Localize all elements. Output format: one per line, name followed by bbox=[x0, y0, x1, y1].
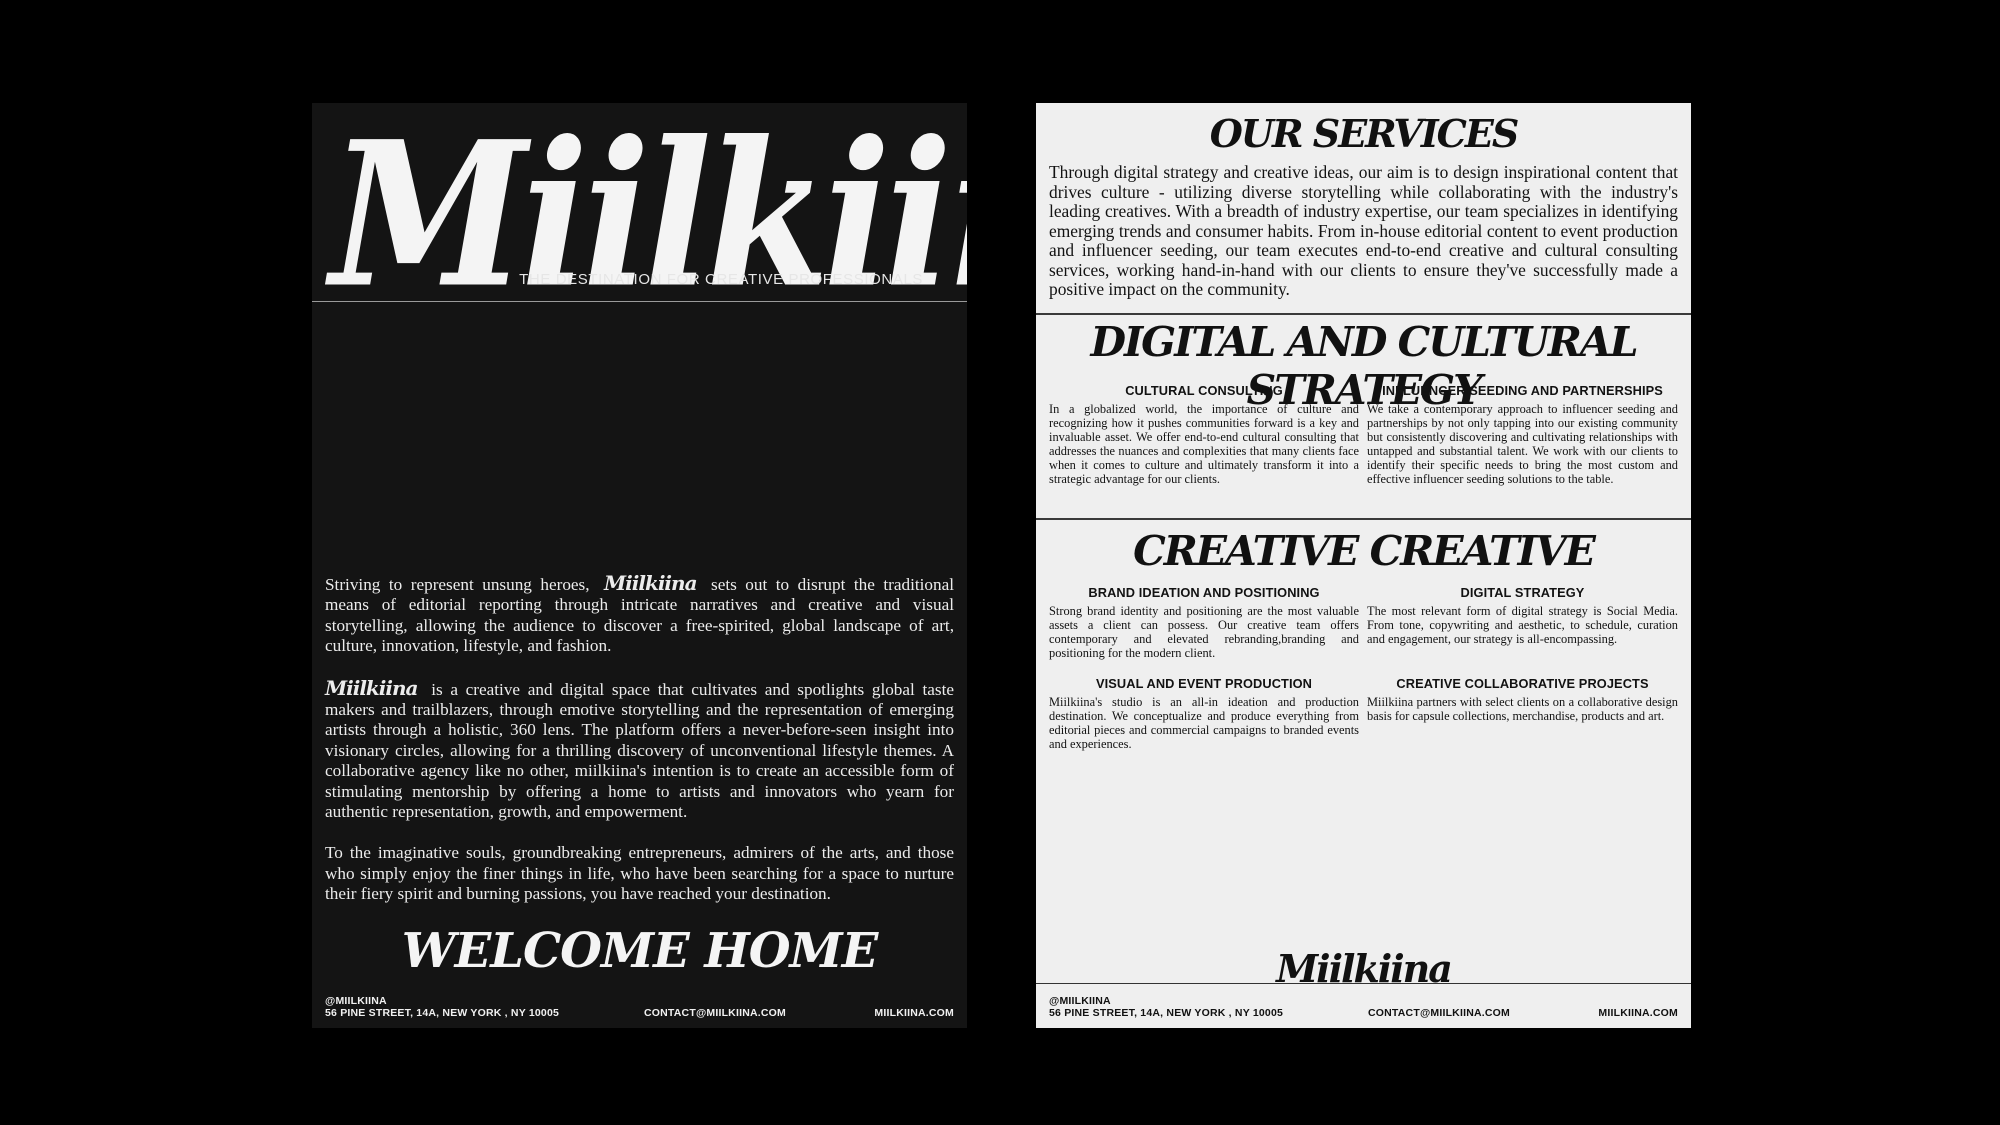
cultural-consulting-body: In a globalized world, the importance of… bbox=[1049, 402, 1359, 486]
services-title: OUR SERVICES bbox=[1209, 111, 1520, 156]
divider bbox=[312, 301, 967, 302]
digital-strategy-body: The most relevant form of digital strate… bbox=[1367, 604, 1678, 646]
influencer-section: INFLUENCER SEEDING AND PARTNERSHIPS We t… bbox=[1367, 383, 1678, 486]
welcome-heading: WELCOME HOME bbox=[401, 923, 879, 979]
footer-address: 56 PINE STREET, 14A, NEW YORK , NY 10005 bbox=[325, 1007, 560, 1019]
footer-website[interactable]: MIILKIINA.COM bbox=[874, 1007, 954, 1019]
influencer-heading: INFLUENCER SEEDING AND PARTNERSHIPS bbox=[1382, 383, 1663, 398]
cultural-consulting-section: CULTURAL CONSULTING In a globalized worl… bbox=[1049, 383, 1359, 486]
footer-address: 56 PINE STREET, 14A, NEW YORK , NY 10005 bbox=[1049, 1007, 1284, 1019]
para2-rest: is a creative and digital space that cul… bbox=[325, 679, 955, 822]
divider bbox=[1036, 518, 1691, 520]
collab-body: Miilkiina partners with select clients o… bbox=[1367, 695, 1678, 723]
footer-logo: Miilkiina bbox=[1276, 946, 1453, 991]
cultural-consulting-heading: CULTURAL CONSULTING bbox=[1125, 383, 1283, 398]
services-sheet: OUR SERVICES Through digital strategy an… bbox=[1036, 103, 1691, 1028]
digital-strategy-heading: DIGITAL STRATEGY bbox=[1460, 585, 1585, 600]
brand-section: BRAND IDEATION AND POSITIONING Strong br… bbox=[1049, 585, 1359, 661]
footer-handle[interactable]: @MIILKIINA bbox=[325, 995, 559, 1007]
masthead-logo: Miilkiina bbox=[330, 103, 967, 332]
footer-email[interactable]: CONTACT@MIILKIINA.COM bbox=[1368, 1007, 1510, 1019]
intro-paragraph-1: Striving to represent unsung heroes, Mii… bbox=[325, 573, 954, 657]
services-body: Through digital strategy and creative id… bbox=[1049, 162, 1678, 299]
divider bbox=[1036, 983, 1691, 984]
footer-website[interactable]: MIILKIINA.COM bbox=[1598, 1007, 1678, 1019]
intro-paragraph-2: Miilkiina is a creative and digital spac… bbox=[325, 675, 955, 823]
intro-text: Striving to represent unsung heroes, Mii… bbox=[325, 573, 954, 926]
visual-body: Miilkiina's studio is an all-in ideation… bbox=[1049, 695, 1359, 751]
inline-logo: Miilkiina bbox=[325, 675, 418, 700]
footer-contact-block: @MIILKIINA 56 PINE STREET, 14A, NEW YORK… bbox=[325, 995, 559, 1019]
footer-handle[interactable]: @MIILKIINA bbox=[1049, 995, 1283, 1007]
divider bbox=[1036, 313, 1691, 315]
influencer-body: We take a contemporary approach to influ… bbox=[1367, 402, 1678, 486]
footer-email[interactable]: CONTACT@MIILKIINA.COM bbox=[644, 1007, 786, 1019]
para1-lead: Striving to represent unsung heroes, bbox=[325, 575, 590, 594]
footer-contact-block: @MIILKIINA 56 PINE STREET, 14A, NEW YORK… bbox=[1049, 995, 1283, 1019]
inline-logo: Miilkiina bbox=[604, 571, 697, 595]
intro-paragraph-3: To the imaginative souls, groundbreaking… bbox=[325, 843, 954, 904]
tagline: THE DESTINATION FOR CREATIVE PROFESSIONA… bbox=[519, 271, 923, 288]
visual-section: VISUAL AND EVENT PRODUCTION Miilkiina's … bbox=[1049, 676, 1359, 752]
visual-heading: VISUAL AND EVENT PRODUCTION bbox=[1096, 676, 1312, 691]
collab-section: CREATIVE COLLABORATIVE PROJECTS Miilkiin… bbox=[1367, 676, 1678, 724]
brand-heading: BRAND IDEATION AND POSITIONING bbox=[1088, 585, 1320, 600]
digital-strategy-section: DIGITAL STRATEGY The most relevant form … bbox=[1367, 585, 1678, 647]
brand-body: Strong brand identity and positioning ar… bbox=[1049, 604, 1359, 660]
intro-sheet: Miilkiina THE DESTINATION FOR CREATIVE P… bbox=[312, 103, 967, 1028]
creative-title: CREATIVE CREATIVE bbox=[1133, 527, 1596, 575]
collab-heading: CREATIVE COLLABORATIVE PROJECTS bbox=[1396, 676, 1649, 691]
